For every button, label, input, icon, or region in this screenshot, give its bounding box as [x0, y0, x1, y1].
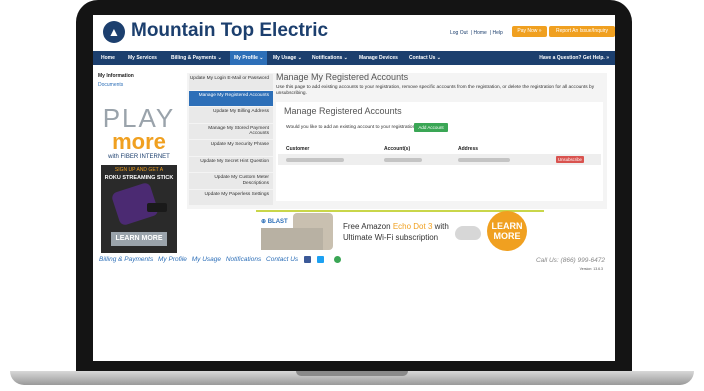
page-description: Use this page to add existing accounts t…: [276, 85, 595, 96]
roku-title: ROKU STREAMING STICK: [104, 175, 174, 181]
report-issue-button[interactable]: Report An Issue/Inquiry: [549, 26, 615, 37]
nav-my-usage[interactable]: My Usage ⌄: [273, 51, 302, 65]
nav-notifications[interactable]: Notifications ⌄: [312, 51, 348, 65]
content-area: Manage My Registered Accounts Use this p…: [276, 72, 607, 97]
blast-logo: ⊕ BLAST: [261, 219, 288, 225]
promo-line-2: Ultimate Wi-Fi subscription: [343, 233, 439, 242]
sofa-photo: [261, 228, 323, 250]
accounts-column-header: Account(s): [384, 146, 411, 152]
roku-ad[interactable]: PLAY more with FIBER INTERNET SIGN UP AN…: [98, 103, 180, 255]
unsubscribe-button[interactable]: Unsubscribe: [556, 156, 584, 163]
roku-promo-box: SIGN UP AND GET A ROKU STREAMING STICK L…: [101, 165, 177, 253]
ad-fiber-text: with FIBER INTERNET: [108, 154, 170, 160]
laptop-notch: [296, 371, 408, 376]
help-link[interactable]: Help: [493, 30, 503, 36]
logout-link[interactable]: Log Out: [450, 30, 468, 36]
my-information-panel: My Information Documents: [98, 73, 180, 88]
menu-paperless-settings[interactable]: Update My Paperless Settings: [189, 189, 273, 205]
nav-manage-devices[interactable]: Manage Devices: [359, 51, 398, 65]
page-title: Manage My Registered Accounts: [276, 72, 409, 82]
nav-my-profile[interactable]: My Profile ⌄: [230, 51, 268, 65]
chat-icon[interactable]: [333, 256, 341, 263]
menu-meter-descriptions[interactable]: Update My Custom Meter Descriptions: [189, 173, 273, 189]
documents-link[interactable]: Documents: [98, 82, 180, 88]
ad-learn-more-button[interactable]: LEARN MORE: [111, 232, 167, 246]
my-information-heading: My Information: [98, 73, 134, 79]
add-account-question: Would you like to add an existing accoun…: [286, 125, 418, 130]
nav-home[interactable]: Home: [101, 51, 115, 65]
main-nav: Home My Services Billing & Payments ⌄ My…: [93, 51, 615, 65]
address-column-header: Address: [458, 146, 479, 152]
footer-contact-link[interactable]: Contact Us: [266, 256, 298, 263]
version-text: Version: 13.6.3: [579, 267, 603, 271]
menu-update-login[interactable]: Update My Login E-Mail or Password: [189, 74, 273, 90]
promo-line-1: Free Amazon Echo Dot 3 with: [343, 222, 449, 231]
pay-now-button[interactable]: Pay Now »: [512, 26, 547, 37]
menu-billing-address[interactable]: Update My Billing Address: [189, 107, 273, 123]
card-title: Manage Registered Accounts: [284, 106, 402, 116]
ad-more-text: more: [112, 129, 166, 154]
roku-sign-up-text: SIGN UP AND GET A: [114, 167, 164, 173]
customer-value-redacted: [286, 158, 344, 162]
twitter-icon[interactable]: [316, 256, 324, 263]
facebook-icon[interactable]: [304, 256, 311, 263]
registered-accounts-card: Manage Registered Accounts Would you lik…: [276, 102, 603, 201]
mountain-logo-icon: ▲: [103, 21, 125, 43]
nav-billing-payments[interactable]: Billing & Payments ⌄: [171, 51, 222, 65]
footer-links: Billing & Payments My Profile My Usage N…: [99, 256, 344, 263]
nav-my-services[interactable]: My Services: [128, 51, 157, 65]
footer-billing-link[interactable]: Billing & Payments: [99, 256, 153, 263]
brand-name[interactable]: Mountain Top Electric: [131, 20, 328, 42]
get-help-link[interactable]: Have a Question? Get Help. »: [539, 51, 609, 65]
footer-profile-link[interactable]: My Profile: [158, 256, 187, 263]
menu-manage-accounts[interactable]: Manage My Registered Accounts: [189, 90, 273, 106]
top-links: Log Out | Home | Help: [450, 30, 503, 36]
menu-security-phrase[interactable]: Update My Security Phrase: [189, 140, 273, 156]
echo-dot-image: [455, 226, 481, 240]
account-value-redacted: [384, 158, 422, 162]
profile-menu: Update My Login E-Mail or Password Manag…: [189, 74, 273, 206]
banner-learn-more-button[interactable]: LEARN MORE: [487, 211, 527, 251]
echo-dot-banner[interactable]: ⊕ BLAST Free Amazon Echo Dot 3 with Ulti…: [255, 210, 545, 252]
nav-contact-us[interactable]: Contact Us ⌄: [409, 51, 441, 65]
screen: ▲ Mountain Top Electric Log Out | Home | H…: [93, 15, 615, 361]
home-link[interactable]: Home: [474, 30, 487, 36]
footer-notifications-link[interactable]: Notifications: [226, 256, 261, 263]
call-us-text: Call Us: (866) 999-6472: [535, 257, 605, 264]
roku-stick-image: [147, 203, 167, 212]
menu-payment-accounts[interactable]: Manage My Stored Payment Accounts: [189, 123, 273, 139]
add-account-button[interactable]: Add Account: [414, 123, 448, 132]
address-value-redacted: [458, 158, 510, 162]
menu-secret-hint[interactable]: Update My Secret Hint Question: [189, 156, 273, 172]
footer-usage-link[interactable]: My Usage: [192, 256, 221, 263]
site-header: ▲ Mountain Top Electric Log Out | Home | H…: [93, 15, 615, 48]
customer-column-header: Customer: [286, 146, 310, 152]
